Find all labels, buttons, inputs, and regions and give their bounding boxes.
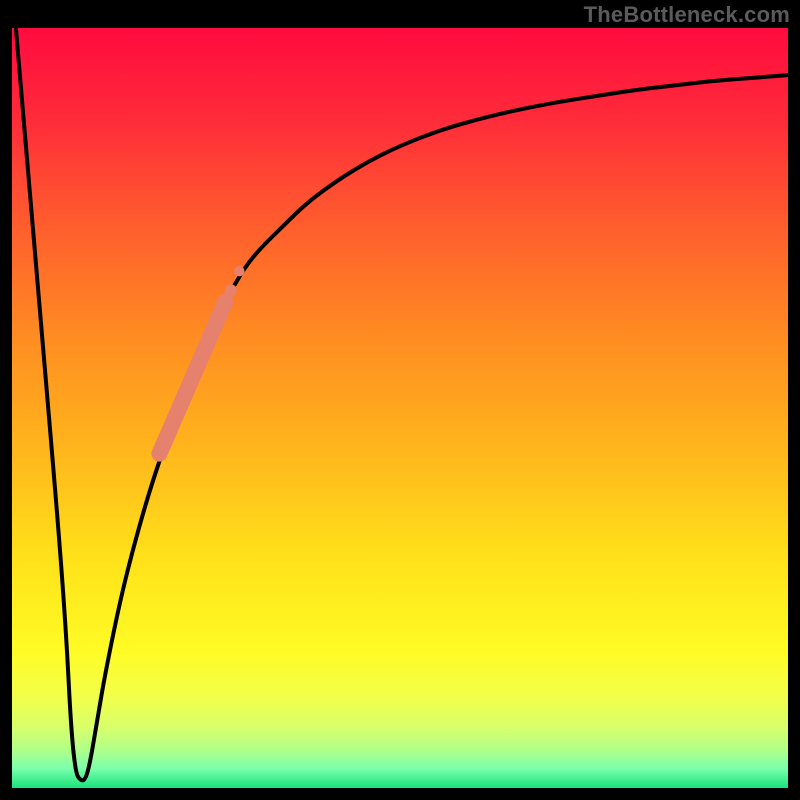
curve-highlight-dot: [225, 284, 237, 296]
curve-highlight-dot: [216, 301, 230, 315]
attribution-label: TheBottleneck.com: [584, 2, 790, 28]
gradient-background: [12, 28, 788, 788]
curve-highlight-dot: [234, 266, 244, 276]
plot-svg: [12, 28, 788, 788]
plot-area: [12, 28, 788, 788]
chart-stage: TheBottleneck.com: [0, 0, 800, 800]
